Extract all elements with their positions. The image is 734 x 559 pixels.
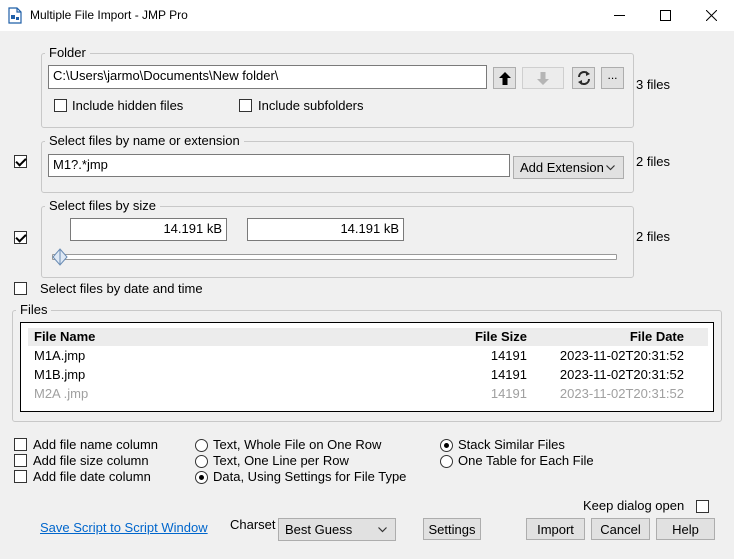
- radio-one-table-each-label: One Table for Each File: [458, 453, 594, 468]
- close-icon: [705, 10, 717, 21]
- add-file-name-column-checkbox[interactable]: [14, 438, 27, 451]
- size-file-count: 2 files: [636, 229, 670, 244]
- file-row-2-date: 2023-11-02T20:31:52: [559, 367, 684, 382]
- keep-dialog-open-label: Keep dialog open: [583, 498, 685, 513]
- add-file-date-column-label: Add file date column: [33, 469, 151, 484]
- col-header-file-name[interactable]: File Name: [34, 329, 95, 344]
- radio-stack-similar-label: Stack Similar Files: [458, 437, 565, 452]
- browse-folder-button[interactable]: ...: [601, 67, 624, 89]
- jmp-app-icon: [8, 7, 22, 24]
- add-file-size-column-checkbox[interactable]: [14, 454, 27, 467]
- select-by-size-checkbox[interactable]: [14, 231, 27, 244]
- file-row-1-size: 14191: [490, 348, 527, 363]
- file-row-3-date: 2023-11-02T20:31:52: [559, 386, 684, 401]
- minimize-button[interactable]: [596, 0, 642, 31]
- size-max-input[interactable]: 14.191 kB: [247, 218, 404, 241]
- maximize-button[interactable]: [642, 0, 688, 31]
- refresh-button[interactable]: [572, 67, 595, 89]
- save-script-link[interactable]: Save Script to Script Window: [40, 520, 208, 535]
- cancel-button[interactable]: Cancel: [591, 518, 650, 540]
- radio-text-whole-file[interactable]: [195, 439, 208, 452]
- add-extension-label: Add Extension: [520, 160, 604, 175]
- radio-one-table-each[interactable]: [440, 455, 453, 468]
- size-slider-track[interactable]: [52, 254, 617, 260]
- close-button[interactable]: [688, 0, 734, 31]
- help-button[interactable]: Help: [656, 518, 715, 540]
- radio-data-settings-label: Data, Using Settings for File Type: [213, 469, 407, 484]
- chevron-down-icon: [378, 526, 387, 532]
- keep-dialog-open-checkbox[interactable]: [696, 500, 709, 513]
- folder-up-button[interactable]: [493, 67, 516, 89]
- charset-label: Charset: [230, 517, 276, 532]
- radio-text-one-line-label: Text, One Line per Row: [213, 453, 349, 468]
- add-file-size-column-label: Add file size column: [33, 453, 149, 468]
- include-hidden-label: Include hidden files: [72, 98, 184, 113]
- name-pattern-input[interactable]: M1?.*jmp: [48, 154, 510, 177]
- col-header-file-date[interactable]: File Date: [540, 329, 684, 344]
- include-subfolders-checkbox[interactable]: [239, 99, 252, 112]
- select-by-name-checkbox[interactable]: [14, 155, 27, 168]
- include-subfolders-label: Include subfolders: [258, 98, 364, 113]
- add-file-name-column-label: Add file name column: [33, 437, 159, 452]
- arrow-up-icon: [498, 71, 511, 85]
- radio-data-settings[interactable]: [195, 471, 208, 484]
- charset-value: Best Guess: [285, 522, 353, 537]
- select-by-name-label: Select files by name or extension: [45, 133, 244, 148]
- select-by-size-group: [41, 206, 634, 278]
- refresh-icon: [577, 71, 590, 85]
- file-row-3-name[interactable]: M2A .jmp: [34, 386, 88, 401]
- settings-button[interactable]: Settings: [423, 518, 481, 540]
- file-row-1-date: 2023-11-02T20:31:52: [559, 348, 684, 363]
- size-min-input[interactable]: 14.191 kB: [70, 218, 227, 241]
- file-row-2-name[interactable]: M1B.jmp: [34, 367, 85, 382]
- folder-down-button[interactable]: [522, 67, 564, 89]
- import-button[interactable]: Import: [526, 518, 585, 540]
- radio-text-one-line[interactable]: [195, 455, 208, 468]
- arrow-down-icon: [537, 71, 549, 85]
- maximize-icon: [659, 10, 671, 21]
- minimize-icon: [613, 15, 625, 16]
- file-row-3-size: 14191: [490, 386, 527, 401]
- folder-path-input[interactable]: C:\Users\jarmo\Documents\New folder\: [48, 65, 487, 89]
- add-extension-dropdown[interactable]: Add Extension: [513, 156, 624, 179]
- window-title: Multiple File Import - JMP Pro: [30, 8, 188, 22]
- radio-stack-similar[interactable]: [440, 439, 453, 452]
- select-by-date-label: Select files by date and time: [40, 281, 203, 296]
- file-row-1-name[interactable]: M1A.jmp: [34, 348, 85, 363]
- slider-handle-icon: [52, 248, 68, 266]
- folder-file-count: 3 files: [636, 77, 670, 92]
- include-hidden-checkbox[interactable]: [54, 99, 67, 112]
- file-row-2-size: 14191: [490, 367, 527, 382]
- select-by-size-label: Select files by size: [45, 198, 160, 213]
- col-header-file-size[interactable]: File Size: [440, 329, 527, 344]
- select-by-date-checkbox[interactable]: [14, 282, 27, 295]
- folder-group-label: Folder: [45, 45, 90, 60]
- add-file-date-column-checkbox[interactable]: [14, 470, 27, 483]
- radio-text-whole-file-label: Text, Whole File on One Row: [213, 437, 382, 452]
- size-slider-handle[interactable]: [52, 248, 68, 269]
- files-group-label: Files: [16, 302, 52, 317]
- charset-select[interactable]: Best Guess: [278, 518, 396, 541]
- name-file-count: 2 files: [636, 154, 670, 169]
- chevron-down-icon: [606, 164, 615, 170]
